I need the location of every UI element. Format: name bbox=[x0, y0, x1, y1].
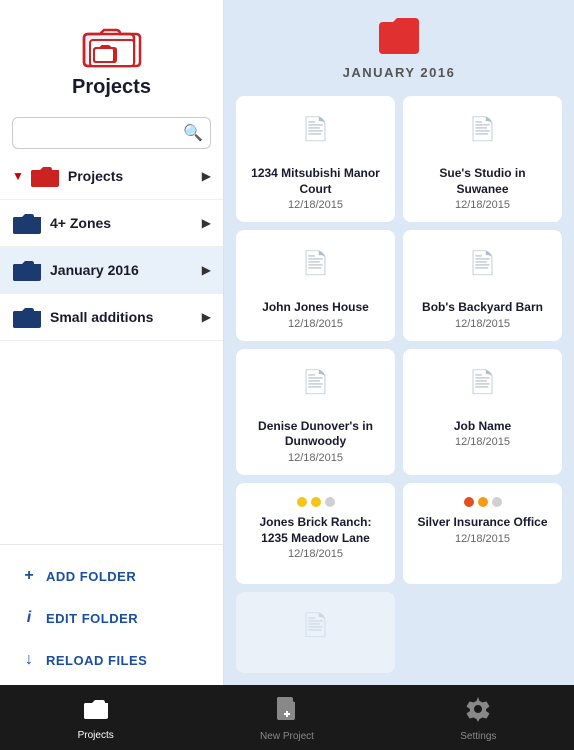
tab-projects-label: Projects bbox=[78, 730, 114, 741]
file-name-8: Silver Insurance Office bbox=[417, 515, 547, 531]
reload-files-label: RELOAD FILES bbox=[46, 653, 147, 668]
file-date-4: 12/18/2015 bbox=[455, 318, 510, 330]
file-date-8: 12/18/2015 bbox=[455, 533, 510, 545]
grid-item-jones-brick[interactable]: Jones Brick Ranch: 1235 Meadow Lane 12/1… bbox=[236, 483, 395, 584]
tab-new-project-label: New Project bbox=[260, 731, 314, 742]
sidebar-actions: + ADD FOLDER i EDIT FOLDER ↓ RELOAD FILE… bbox=[0, 544, 223, 685]
sidebar-item-projects[interactable]: ▼ Projects ▶ bbox=[0, 153, 223, 200]
file-date-6: 12/18/2015 bbox=[455, 436, 510, 448]
grid-item-bobs-barn[interactable]: 🖹 Bob's Backyard Barn 12/18/2015 bbox=[403, 230, 562, 341]
file-name-4: Bob's Backyard Barn bbox=[422, 300, 543, 316]
dot-1 bbox=[464, 497, 474, 507]
sidebar-item-smalladd[interactable]: Small additions ▶ bbox=[0, 294, 223, 341]
dot-3 bbox=[492, 497, 502, 507]
tab-new-project-icon bbox=[276, 696, 298, 728]
smalladd-nav-icon bbox=[12, 304, 42, 330]
search-icon: 🔍 bbox=[183, 123, 203, 143]
add-folder-button[interactable]: + ADD FOLDER bbox=[0, 555, 223, 597]
dot-2 bbox=[478, 497, 488, 507]
smalladd-nav-arrow-icon: ▶ bbox=[202, 310, 211, 324]
projects-nav-label: Projects bbox=[68, 168, 202, 184]
smalladd-nav-label: Small additions bbox=[50, 309, 202, 325]
jan2016-nav-arrow-icon: ▶ bbox=[202, 263, 211, 277]
4zones-nav-label: 4+ Zones bbox=[50, 215, 202, 231]
sidebar-title: Projects bbox=[72, 76, 151, 99]
file-icon-2: 🖹 bbox=[471, 110, 494, 158]
app-container: Projects 🔍 ▼ Projects ▶ bbox=[0, 0, 574, 685]
file-icon-9: 🖹 bbox=[304, 606, 327, 654]
grid-item-1234mitsubishi[interactable]: 🖹 1234 Mitsubishi Manor Court 12/18/2015 bbox=[236, 96, 395, 222]
grid-item-denise-dunover[interactable]: 🖹 Denise Dunover's in Dunwoody 12/18/201… bbox=[236, 349, 395, 475]
tab-projects[interactable]: Projects bbox=[0, 685, 191, 750]
reload-files-button[interactable]: ↓ RELOAD FILES bbox=[0, 639, 223, 681]
add-icon: + bbox=[20, 567, 38, 585]
projects-folder-icon bbox=[82, 20, 142, 70]
folder-header-title: JANUARY 2016 bbox=[343, 65, 456, 80]
4zones-nav-arrow-icon: ▶ bbox=[202, 216, 211, 230]
add-folder-label: ADD FOLDER bbox=[46, 569, 136, 584]
status-dots-8 bbox=[464, 497, 502, 507]
file-date-3: 12/18/2015 bbox=[288, 318, 343, 330]
sidebar-nav: ▼ Projects ▶ 4+ Zones ▶ bbox=[0, 153, 223, 544]
file-icon-3: 🖹 bbox=[304, 244, 327, 292]
sidebar-item-4zones[interactable]: 4+ Zones ▶ bbox=[0, 200, 223, 247]
reload-icon: ↓ bbox=[20, 651, 38, 669]
edit-folder-label: EDIT FOLDER bbox=[46, 611, 138, 626]
dot-1 bbox=[297, 497, 307, 507]
tab-bar: Projects New Project Settings bbox=[0, 685, 574, 750]
tab-settings-icon bbox=[465, 696, 491, 728]
file-name-5: Denise Dunover's in Dunwoody bbox=[246, 419, 385, 450]
file-name-1: 1234 Mitsubishi Manor Court bbox=[246, 166, 385, 197]
tab-settings[interactable]: Settings bbox=[383, 685, 574, 750]
tab-new-project[interactable]: New Project bbox=[191, 685, 382, 750]
grid-item-silver-insurance[interactable]: Silver Insurance Office 12/18/2015 bbox=[403, 483, 562, 584]
file-date-7: 12/18/2015 bbox=[288, 548, 343, 560]
file-icon-4: 🖹 bbox=[471, 244, 494, 292]
dot-3 bbox=[325, 497, 335, 507]
projects-nav-arrow-icon: ▶ bbox=[202, 169, 211, 183]
folder-header: JANUARY 2016 bbox=[224, 0, 574, 90]
file-icon-5: 🖹 bbox=[304, 363, 327, 411]
jan2016-nav-label: January 2016 bbox=[50, 262, 202, 278]
file-icon-6: 🖹 bbox=[471, 363, 494, 411]
4zones-nav-icon bbox=[12, 210, 42, 236]
search-input[interactable] bbox=[12, 117, 211, 149]
grid-item-partial[interactable]: 🖹 bbox=[236, 592, 395, 673]
projects-nav-icon bbox=[30, 163, 60, 189]
search-bar: 🔍 bbox=[12, 117, 211, 149]
main-content: JANUARY 2016 🖹 1234 Mitsubishi Manor Cou… bbox=[224, 0, 574, 685]
edit-icon: i bbox=[20, 609, 38, 627]
file-name-3: John Jones House bbox=[262, 300, 369, 316]
file-name-7: Jones Brick Ranch: 1235 Meadow Lane bbox=[246, 515, 385, 546]
file-icon-1: 🖹 bbox=[304, 110, 327, 158]
grid-container: 🖹 1234 Mitsubishi Manor Court 12/18/2015… bbox=[224, 90, 574, 685]
tab-settings-label: Settings bbox=[460, 731, 496, 742]
jan2016-nav-icon bbox=[12, 257, 42, 283]
edit-folder-button[interactable]: i EDIT FOLDER bbox=[0, 597, 223, 639]
sidebar: Projects 🔍 ▼ Projects ▶ bbox=[0, 0, 224, 685]
file-date-5: 12/18/2015 bbox=[288, 452, 343, 464]
grid-item-job-name[interactable]: 🖹 Job Name 12/18/2015 bbox=[403, 349, 562, 475]
status-dots-7 bbox=[297, 497, 335, 507]
sidebar-header: Projects bbox=[0, 0, 223, 109]
file-date-1: 12/18/2015 bbox=[288, 199, 343, 211]
file-name-2: Sue's Studio in Suwanee bbox=[413, 166, 552, 197]
sidebar-item-jan2016[interactable]: January 2016 ▶ bbox=[0, 247, 223, 294]
file-name-6: Job Name bbox=[454, 419, 511, 435]
tab-projects-icon bbox=[83, 697, 109, 727]
grid-item-sues-studio[interactable]: 🖹 Sue's Studio in Suwanee 12/18/2015 bbox=[403, 96, 562, 222]
dropdown-arrow-icon: ▼ bbox=[12, 169, 24, 183]
dot-2 bbox=[311, 497, 321, 507]
folder-header-icon bbox=[377, 16, 421, 61]
file-date-2: 12/18/2015 bbox=[455, 199, 510, 211]
grid-item-john-jones[interactable]: 🖹 John Jones House 12/18/2015 bbox=[236, 230, 395, 341]
